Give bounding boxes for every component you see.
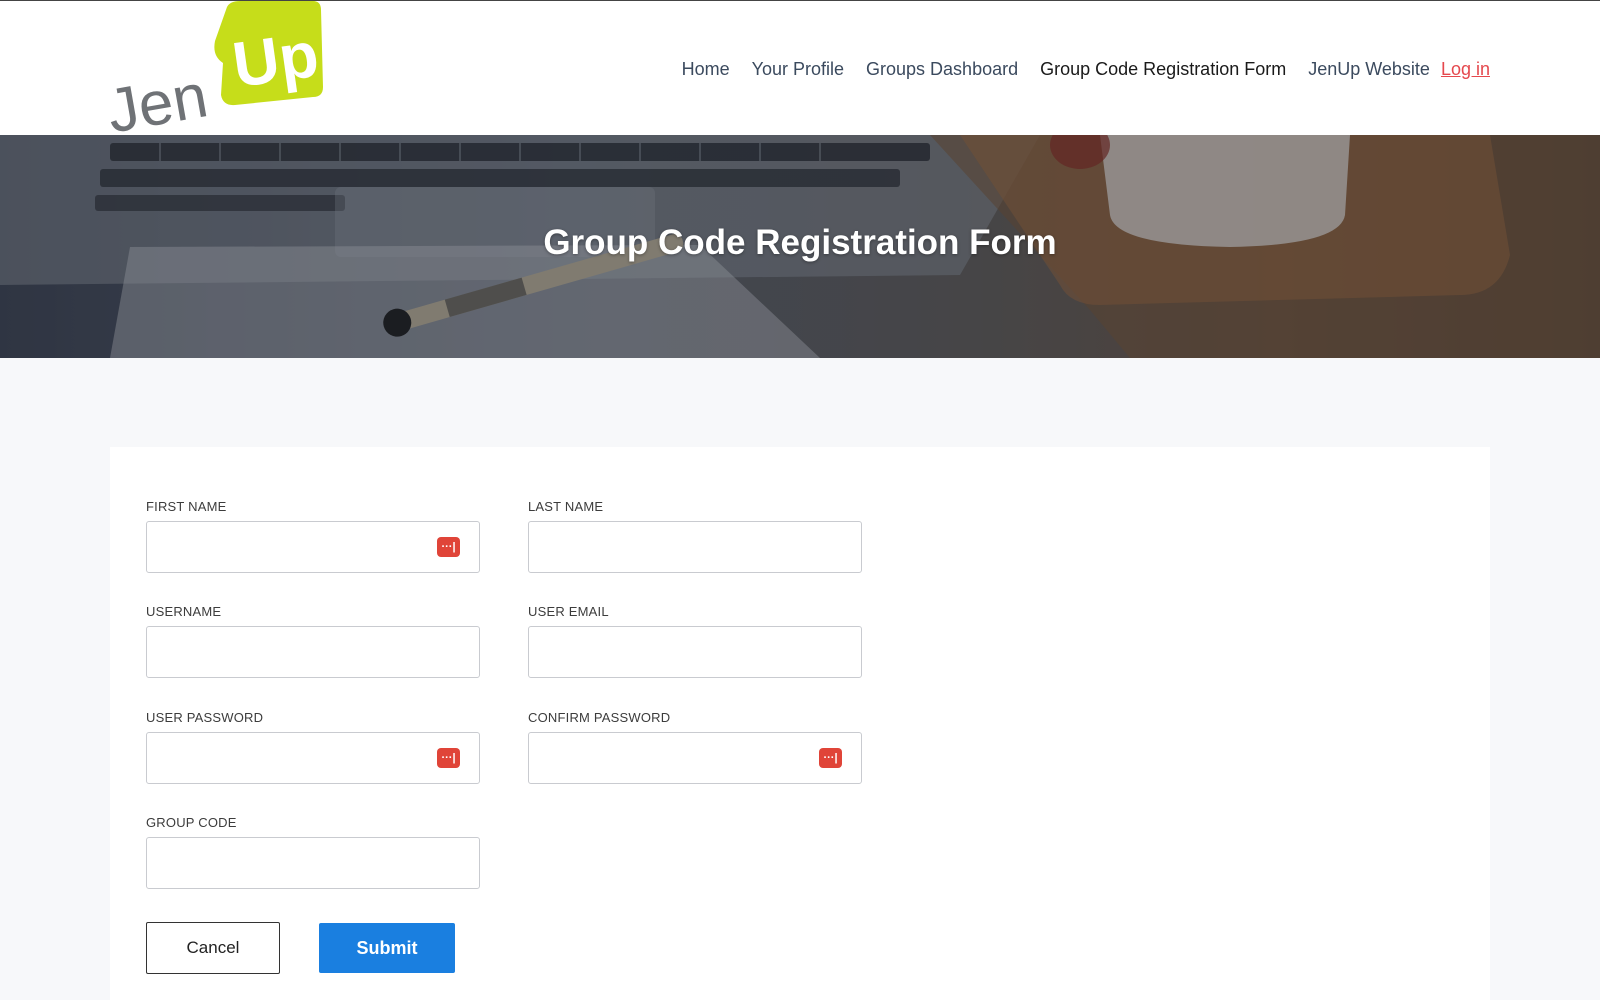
user-email-group: USER EMAIL: [528, 604, 862, 678]
password-manager-icon[interactable]: ···|: [819, 748, 842, 768]
password-manager-icon[interactable]: ···|: [437, 537, 460, 557]
confirm-password-box: ···|: [528, 732, 862, 784]
nav-groups-dashboard[interactable]: Groups Dashboard: [866, 59, 1018, 80]
nav-jenup-website[interactable]: JenUp Website: [1308, 59, 1430, 80]
last-name-label: LAST NAME: [528, 499, 604, 514]
first-name-label: FIRST NAME: [146, 499, 227, 514]
password-manager-glyph: ···|: [441, 540, 456, 553]
group-code-box: [146, 837, 480, 889]
user-email-label: USER EMAIL: [528, 604, 609, 619]
user-password-group: USER PASSWORD ···|: [146, 710, 480, 784]
main-nav: Home Your Profile Groups Dashboard Group…: [660, 51, 1490, 87]
last-name-input[interactable]: [529, 522, 861, 572]
confirm-password-label: CONFIRM PASSWORD: [528, 710, 671, 725]
username-box: [146, 626, 480, 678]
page-title: Group Code Registration Form: [543, 223, 1057, 262]
username-input[interactable]: [147, 627, 479, 677]
group-code-input[interactable]: [147, 838, 479, 888]
logo-up-text: Up: [228, 18, 323, 101]
username-label: USERNAME: [146, 604, 222, 619]
user-password-input[interactable]: [147, 733, 479, 783]
cancel-button[interactable]: Cancel: [146, 922, 280, 974]
registration-form-card: FIRST NAME ···| LAST NAME USERNAME USER …: [110, 447, 1490, 1000]
user-email-box: [528, 626, 862, 678]
jenup-logo[interactable]: Up Jen: [102, 1, 335, 147]
hero-banner: Group Code Registration Form: [0, 135, 1600, 358]
group-code-label: GROUP CODE: [146, 815, 237, 830]
last-name-box: [528, 521, 862, 573]
first-name-box: ···|: [146, 521, 480, 573]
password-manager-glyph: ···|: [441, 751, 456, 764]
username-group: USERNAME: [146, 604, 480, 678]
confirm-password-input[interactable]: [529, 733, 861, 783]
user-email-input[interactable]: [529, 627, 861, 677]
user-password-label: USER PASSWORD: [146, 710, 264, 725]
site-header: Up Jen Home Your Profile Groups Dashboar…: [0, 1, 1600, 147]
group-code-group: GROUP CODE: [146, 815, 480, 889]
first-name-group: FIRST NAME ···|: [146, 499, 480, 573]
user-password-box: ···|: [146, 732, 480, 784]
last-name-group: LAST NAME: [528, 499, 862, 573]
password-manager-glyph: ···|: [823, 751, 838, 764]
logo-jen-text: Jen: [105, 61, 213, 135]
nav-login-link[interactable]: Log in: [1441, 59, 1490, 80]
first-name-input[interactable]: [147, 522, 479, 572]
confirm-password-group: CONFIRM PASSWORD ···|: [528, 710, 862, 784]
nav-group-code-registration-form[interactable]: Group Code Registration Form: [1040, 59, 1286, 80]
nav-home[interactable]: Home: [682, 59, 730, 80]
submit-button[interactable]: Submit: [319, 923, 455, 973]
password-manager-icon[interactable]: ···|: [437, 748, 460, 768]
nav-your-profile[interactable]: Your Profile: [752, 59, 844, 80]
